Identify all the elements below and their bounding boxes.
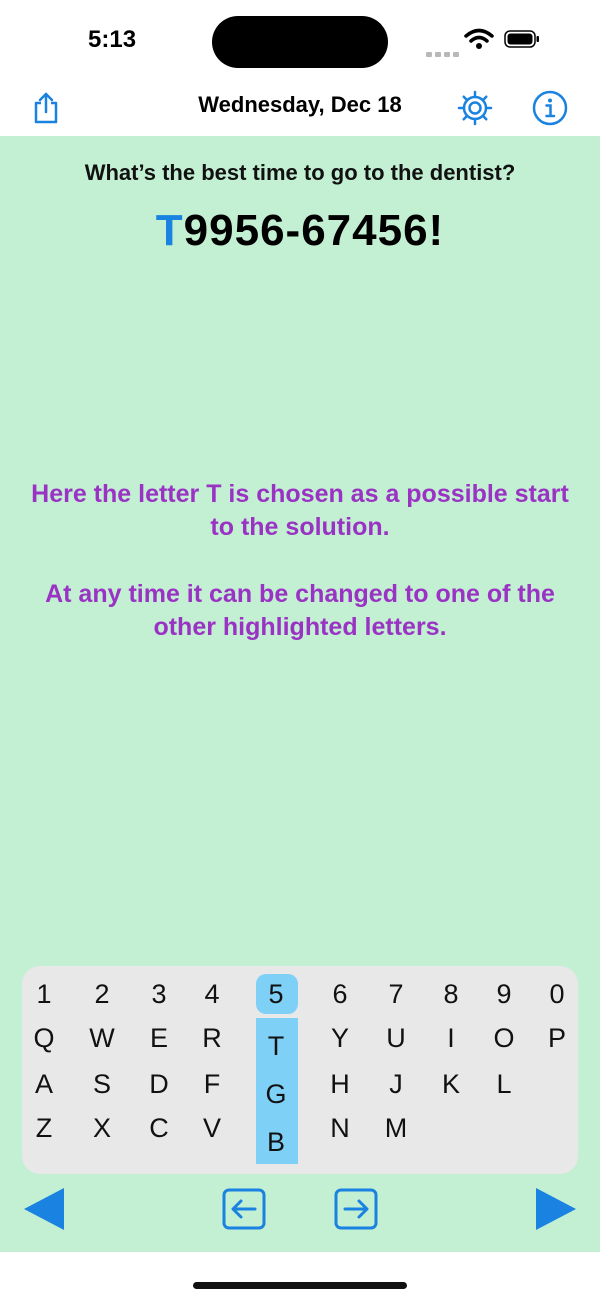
key-h[interactable]: H bbox=[318, 1064, 362, 1104]
key-3[interactable]: 3 bbox=[137, 974, 181, 1014]
cellular-signal-icon bbox=[426, 44, 462, 62]
hint-text-2: At any time it can be changed to one of … bbox=[45, 580, 555, 641]
key-2[interactable]: 2 bbox=[80, 974, 124, 1014]
key-0[interactable]: 0 bbox=[535, 974, 579, 1014]
info-icon bbox=[532, 90, 568, 126]
key-a[interactable]: A bbox=[22, 1064, 66, 1104]
key-9[interactable]: 9 bbox=[482, 974, 526, 1014]
puzzle-area: What’s the best time to go to the dentis… bbox=[0, 136, 600, 1252]
gear-icon bbox=[457, 90, 493, 126]
key-q[interactable]: Q bbox=[22, 1018, 66, 1058]
key-4[interactable]: 4 bbox=[190, 974, 234, 1014]
key-v[interactable]: V bbox=[190, 1108, 234, 1148]
key-d[interactable]: D bbox=[137, 1064, 181, 1104]
puzzle-answer: T9956-67456! bbox=[0, 206, 600, 256]
key-y[interactable]: Y bbox=[318, 1018, 362, 1058]
hint-text-1: Here the letter T is chosen as a possibl… bbox=[31, 480, 569, 541]
key-z[interactable]: Z bbox=[22, 1108, 66, 1148]
key-w[interactable]: W bbox=[80, 1018, 124, 1058]
key-s[interactable]: S bbox=[80, 1064, 124, 1104]
key-8[interactable]: 8 bbox=[429, 974, 473, 1014]
key-g[interactable]: G bbox=[254, 1074, 298, 1114]
key-t[interactable]: T bbox=[254, 1026, 298, 1066]
key-c[interactable]: C bbox=[137, 1108, 181, 1148]
home-indicator-area bbox=[0, 1252, 600, 1300]
key-k[interactable]: K bbox=[429, 1064, 473, 1104]
arrow-left-box-icon bbox=[222, 1188, 266, 1230]
status-time: 5:13 bbox=[88, 26, 137, 53]
dynamic-island bbox=[212, 16, 388, 68]
key-m[interactable]: M bbox=[374, 1108, 418, 1148]
info-button[interactable] bbox=[528, 86, 572, 130]
key-x[interactable]: X bbox=[80, 1108, 124, 1148]
answer-selected-letter[interactable]: T bbox=[156, 206, 184, 255]
previous-button[interactable] bbox=[22, 1186, 66, 1232]
puzzle-question: What’s the best time to go to the dentis… bbox=[84, 160, 516, 185]
page-title: Wednesday, Dec 18 bbox=[198, 92, 402, 117]
settings-button[interactable] bbox=[453, 86, 497, 130]
nav-bar: Wednesday, Dec 18 bbox=[0, 80, 600, 136]
key-n[interactable]: N bbox=[318, 1108, 362, 1148]
battery-icon bbox=[504, 30, 539, 48]
triangle-right-icon bbox=[536, 1188, 576, 1230]
cursor-left-button[interactable] bbox=[222, 1188, 266, 1230]
key-r[interactable]: R bbox=[190, 1018, 234, 1058]
key-1[interactable]: 1 bbox=[22, 974, 66, 1014]
cursor-right-button[interactable] bbox=[334, 1188, 378, 1230]
key-b[interactable]: B bbox=[254, 1122, 298, 1162]
key-j[interactable]: J bbox=[374, 1064, 418, 1104]
key-o[interactable]: O bbox=[482, 1018, 526, 1058]
key-f[interactable]: F bbox=[190, 1064, 234, 1104]
arrow-right-box-icon bbox=[334, 1188, 378, 1230]
key-l[interactable]: L bbox=[482, 1064, 526, 1104]
wifi-icon bbox=[464, 28, 494, 49]
key-6[interactable]: 6 bbox=[318, 974, 362, 1014]
key-p[interactable]: P bbox=[535, 1018, 579, 1058]
key-i[interactable]: I bbox=[429, 1018, 473, 1058]
key-u[interactable]: U bbox=[374, 1018, 418, 1058]
letter-keyboard: 1234567890 QWERTYUIOP ASDFGHJKL ZXCVBNM bbox=[22, 966, 578, 1174]
key-5[interactable]: 5 bbox=[254, 974, 298, 1014]
key-7[interactable]: 7 bbox=[374, 974, 418, 1014]
key-e[interactable]: E bbox=[137, 1018, 181, 1058]
answer-remaining: 9956-67456! bbox=[183, 206, 445, 255]
home-indicator[interactable] bbox=[193, 1282, 407, 1289]
status-bar: 5:13 bbox=[0, 0, 600, 80]
triangle-left-icon bbox=[24, 1188, 64, 1230]
next-button[interactable] bbox=[534, 1186, 578, 1232]
